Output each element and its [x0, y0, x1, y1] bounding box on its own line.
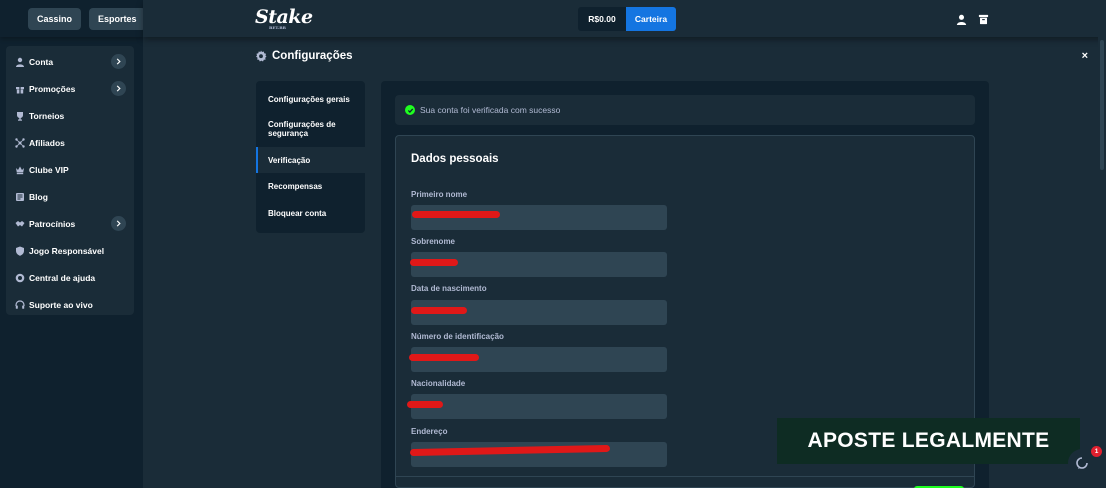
- chevron-right-icon[interactable]: [111, 81, 126, 96]
- help-icon: [14, 272, 25, 283]
- sidebar-item-label: Jogo Responsável: [29, 245, 105, 256]
- shield-icon: [14, 245, 25, 256]
- field-label-primeiro-nome: Primeiro nome: [411, 190, 468, 199]
- sidebar-item-label: Patrocínios: [29, 218, 76, 229]
- gift-icon: [14, 83, 25, 94]
- user-icon: [14, 56, 25, 67]
- sidebar-nav: Conta Promoções Torneios Afiliados Clube…: [6, 46, 134, 315]
- tab-casino[interactable]: Cassino: [28, 7, 82, 30]
- sidebar-item-label: Afiliados: [29, 137, 65, 148]
- sidebar-item-torneios[interactable]: Torneios: [6, 102, 134, 129]
- close-icon[interactable]: ×: [1082, 50, 1088, 62]
- stake-logo[interactable]: Stake BET.BR: [255, 6, 313, 30]
- tab-configuracoes-gerais[interactable]: Configurações gerais: [256, 87, 365, 111]
- section-title: Dados pessoais: [411, 153, 499, 165]
- gear-icon: [256, 50, 267, 62]
- notifications-icon[interactable]: [978, 12, 990, 25]
- alert-text: Sua conta foi verificada com sucesso: [420, 105, 561, 115]
- top-header: Stake BET.BR R$0.00 Carteira: [143, 0, 1106, 37]
- sidebar-item-afiliados[interactable]: Afiliados: [6, 129, 134, 156]
- field-label-endereco: Endereço: [411, 427, 448, 436]
- field-label-nacionalidade: Nacionalidade: [411, 379, 466, 388]
- sidebar-item-suporte-ao-vivo[interactable]: Suporte ao vivo: [6, 291, 134, 318]
- nationality-field[interactable]: [411, 394, 667, 419]
- field-label-numero-identificacao: Número de identificação: [411, 332, 504, 341]
- main-area: Stake BET.BR R$0.00 Carteira Configuraçõ…: [143, 0, 1106, 488]
- sidebar-item-jogo-responsavel[interactable]: Jogo Responsável: [6, 237, 134, 264]
- sidebar-item-label: Torneios: [29, 110, 65, 121]
- chevron-right-icon[interactable]: [111, 216, 126, 231]
- title-text: Configurações: [272, 50, 353, 62]
- tab-bloquear-conta[interactable]: Bloquear conta: [256, 200, 365, 227]
- redaction-mark: [407, 401, 443, 408]
- tab-verificacao[interactable]: Verificação: [256, 147, 365, 173]
- sidebar: Cassino Esportes Conta Promoções Torneio…: [0, 0, 146, 488]
- handshake-icon: [14, 218, 25, 229]
- scrollbar-thumb[interactable]: [1100, 40, 1104, 170]
- headset-icon: [14, 299, 25, 310]
- user-icon[interactable]: [956, 12, 968, 25]
- tab-recompensas[interactable]: Recompensas: [256, 173, 365, 200]
- sidebar-item-label: Suporte ao vivo: [29, 299, 93, 310]
- redaction-mark: [412, 211, 500, 218]
- sidebar-item-blog[interactable]: Blog: [6, 183, 134, 210]
- divider: [396, 476, 974, 477]
- settings-menu: Configurações gerais Configurações de se…: [256, 81, 365, 233]
- field-label-sobrenome: Sobrenome: [411, 237, 456, 246]
- balance-display[interactable]: R$0.00: [578, 7, 626, 31]
- blog-icon: [14, 191, 25, 202]
- redaction-mark: [411, 307, 467, 314]
- sidebar-item-label: Conta: [29, 56, 54, 67]
- success-alert: Sua conta foi verificada com sucesso: [395, 95, 975, 125]
- logo-subtext: BET.BR: [269, 25, 286, 30]
- sidebar-item-promocoes[interactable]: Promoções: [6, 75, 134, 102]
- check-circle-icon: [405, 105, 415, 115]
- sidebar-item-clube-vip[interactable]: Clube VIP: [6, 156, 134, 183]
- network-icon: [14, 137, 25, 148]
- notification-badge: 1: [1091, 446, 1102, 457]
- sidebar-item-label: Blog: [29, 191, 48, 202]
- sidebar-item-central-de-ajuda[interactable]: Central de ajuda: [6, 264, 134, 291]
- chevron-right-icon[interactable]: [111, 54, 126, 69]
- trophy-icon: [14, 110, 25, 121]
- legal-betting-banner: APOSTE LEGALMENTE: [777, 418, 1080, 464]
- tab-configuracoes-seguranca[interactable]: Configurações de segurança: [256, 111, 365, 147]
- sidebar-item-label: Central de ajuda: [29, 272, 96, 283]
- sidebar-item-label: Promoções: [29, 83, 76, 94]
- crown-icon: [14, 164, 25, 175]
- chat-icon: [1076, 457, 1088, 469]
- redaction-mark: [410, 259, 458, 266]
- sidebar-item-patrocinios[interactable]: Patrocínios: [6, 210, 134, 237]
- redaction-mark: [409, 354, 479, 361]
- field-label-data-nascimento: Data de nascimento: [411, 284, 487, 293]
- wallet-button[interactable]: Carteira: [626, 7, 676, 31]
- sidebar-item-conta[interactable]: Conta: [6, 48, 134, 75]
- sidebar-item-label: Clube VIP: [29, 164, 69, 175]
- page-title: Configurações: [255, 50, 353, 62]
- tab-sports[interactable]: Esportes: [89, 7, 146, 30]
- sidebar-top: Cassino Esportes: [0, 0, 146, 37]
